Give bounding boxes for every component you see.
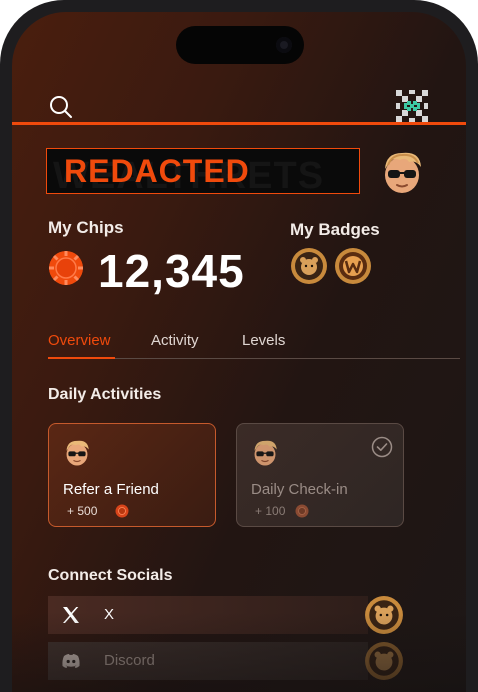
camera-icon <box>276 37 292 53</box>
bear-badge-icon <box>365 642 403 680</box>
bear-badge-icon[interactable] <box>290 247 328 285</box>
avatar-icon <box>254 440 277 466</box>
connect-socials-title: Connect Socials <box>48 567 173 584</box>
daily-activities-title: Daily Activities <box>48 386 162 403</box>
w-badge-icon[interactable] <box>334 247 372 285</box>
tab-activity[interactable]: Activity <box>151 332 199 349</box>
daily-checkin-card[interactable]: Daily Check-in + 100 <box>236 423 404 527</box>
chips-label: My Chips <box>48 218 124 237</box>
card-title: Daily Check-in <box>251 481 348 498</box>
card-reward: + 100 <box>255 504 286 518</box>
x-logo-icon <box>63 607 79 623</box>
dynamic-island <box>176 26 304 64</box>
active-tab-indicator <box>48 357 115 359</box>
search-icon[interactable] <box>48 94 74 120</box>
top-bar <box>12 74 466 124</box>
phone-frame: WEALTHRETS REDACTED My Chips 12,345 My B… <box>0 0 478 692</box>
checkmark-circle-icon <box>371 436 393 458</box>
avatar-icon <box>66 440 89 466</box>
header-divider <box>12 122 466 125</box>
chips-value: 12,345 <box>98 245 245 297</box>
refer-friend-card[interactable]: Refer a Friend + 500 <box>48 423 216 527</box>
badges-label: My Badges <box>290 220 380 239</box>
social-row-x[interactable]: X <box>48 596 368 634</box>
tab-bar: Overview Activity Levels <box>12 328 466 370</box>
avatar[interactable] <box>376 145 428 197</box>
discord-icon <box>62 654 80 668</box>
poker-chip-icon <box>115 504 129 518</box>
poker-chip-icon <box>49 251 83 285</box>
card-reward: + 500 <box>67 504 98 518</box>
poker-chip-icon <box>295 504 309 518</box>
username-redacted: REDACTED <box>64 153 250 189</box>
social-label: Discord <box>104 652 155 669</box>
social-row-discord[interactable]: Discord <box>48 642 368 680</box>
app-screen: WEALTHRETS REDACTED My Chips 12,345 My B… <box>12 12 466 692</box>
pixel-x-logo-icon[interactable] <box>394 88 430 124</box>
card-title: Refer a Friend <box>63 481 159 498</box>
social-label: X <box>104 606 115 623</box>
tab-levels[interactable]: Levels <box>242 332 285 349</box>
tab-overview[interactable]: Overview <box>48 332 111 349</box>
bear-badge-icon <box>365 596 403 634</box>
